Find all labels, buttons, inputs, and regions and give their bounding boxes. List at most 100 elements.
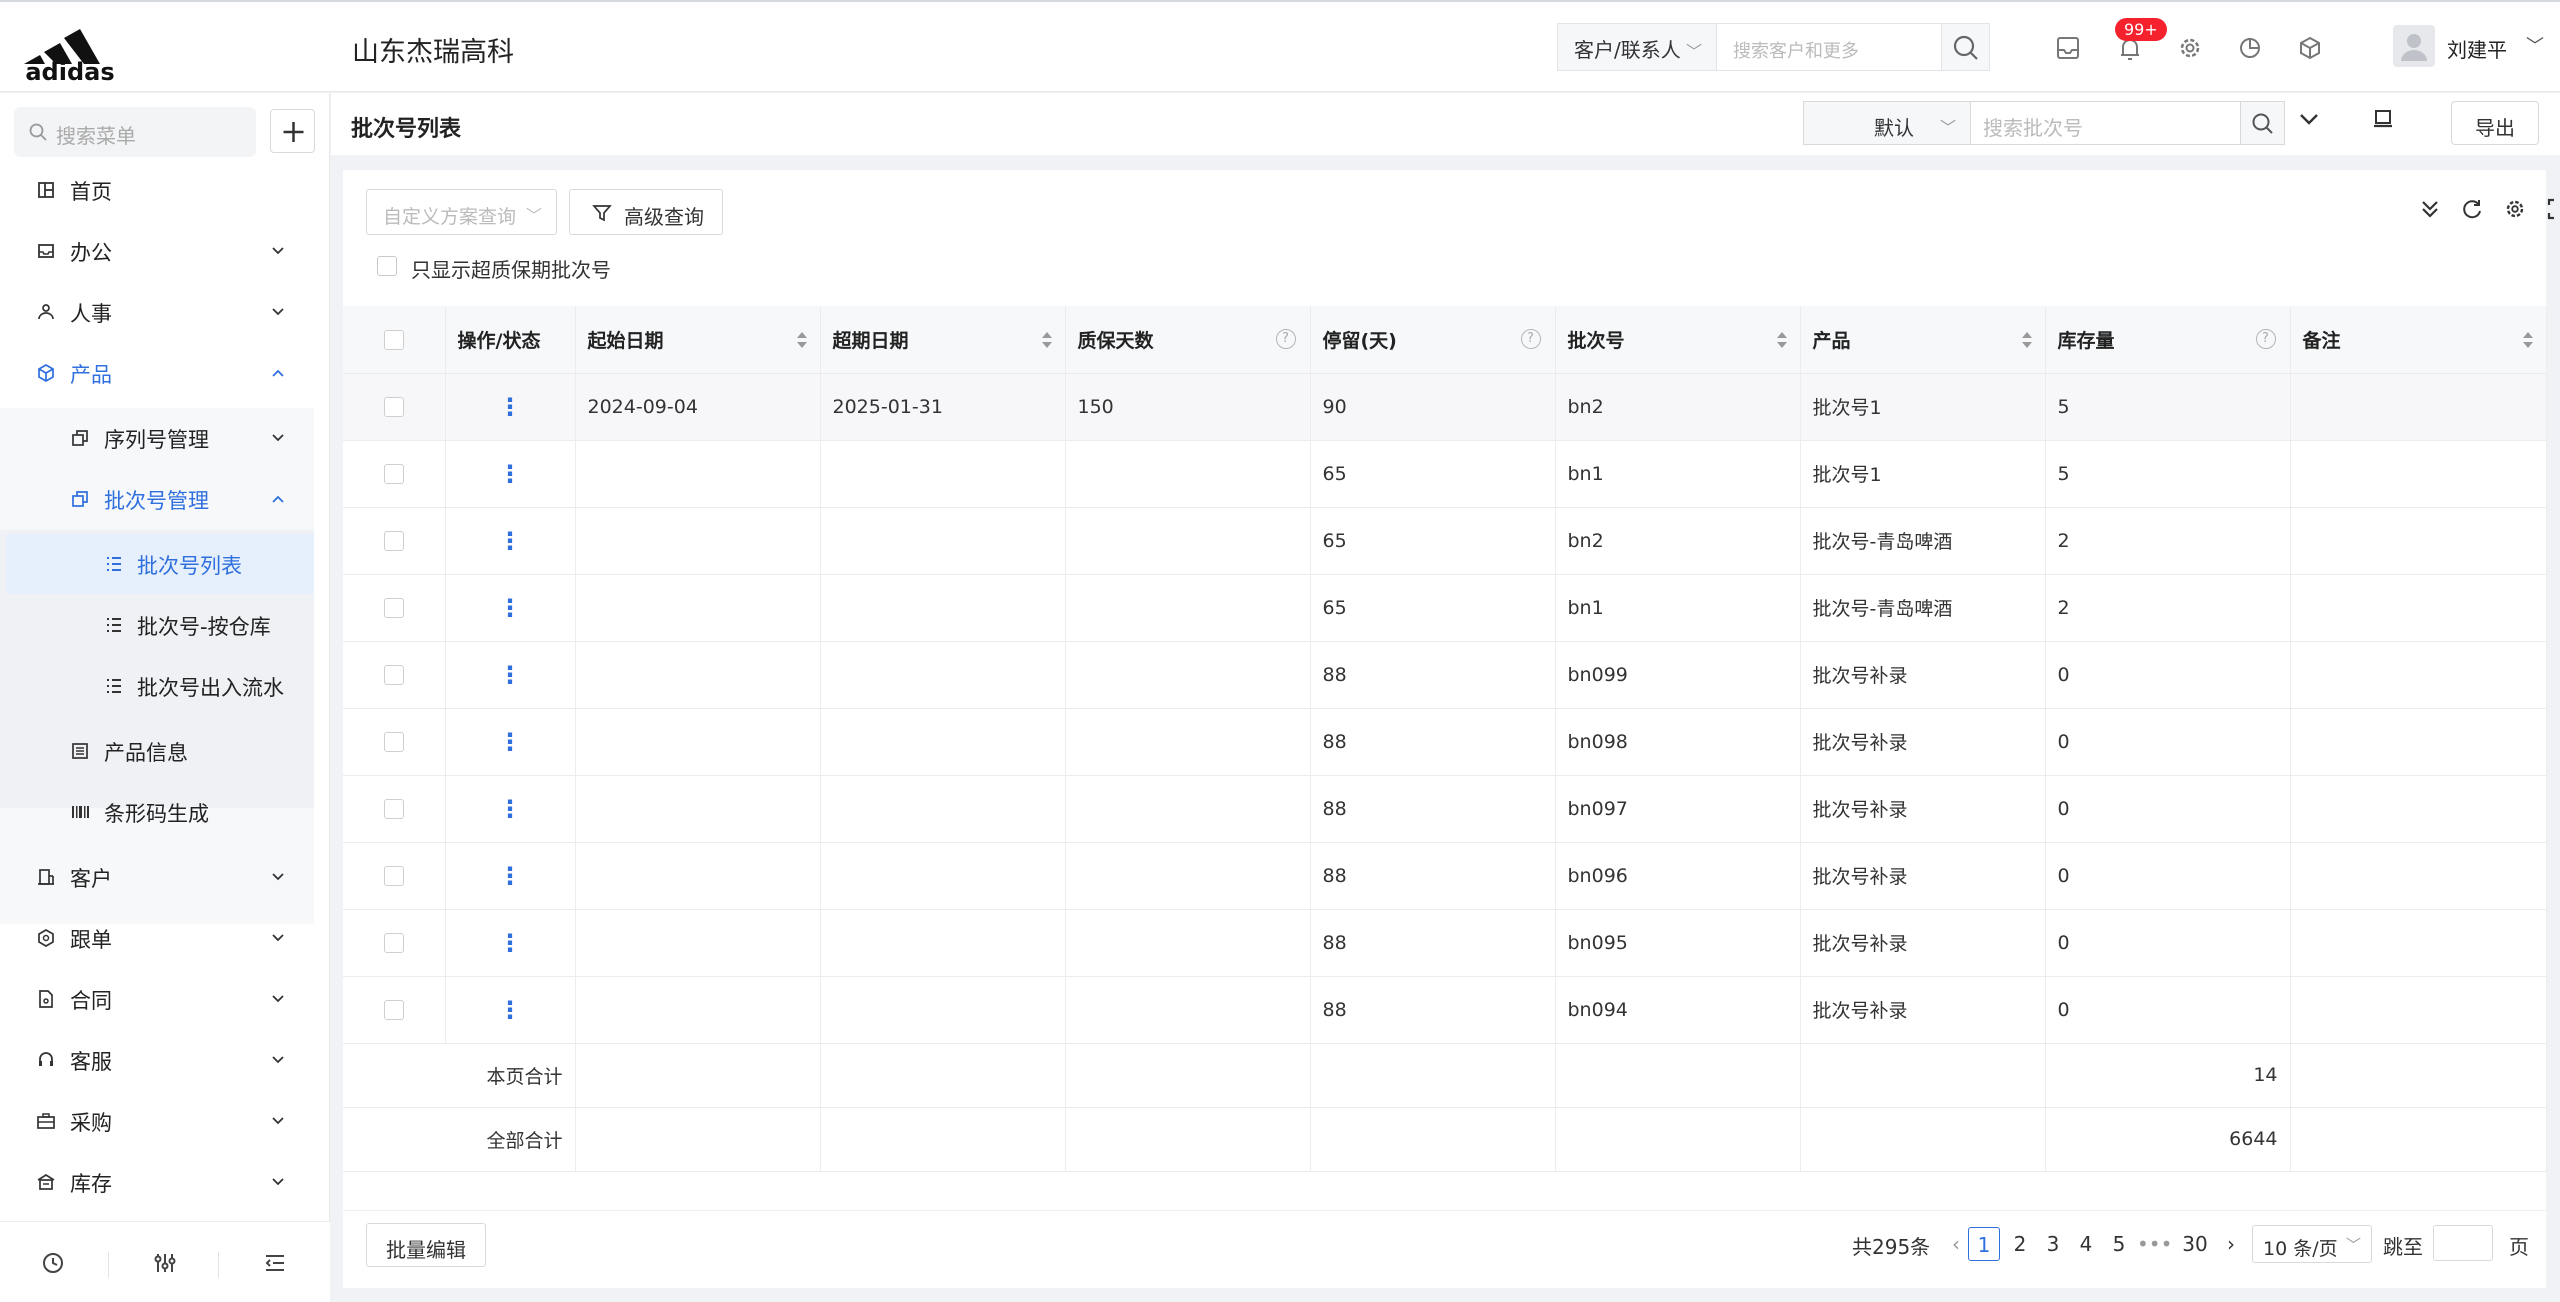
column-header-note[interactable]: 备注 <box>2290 306 2547 374</box>
batch-number-link[interactable]: bn1 <box>1555 574 1801 642</box>
chevron-down-icon[interactable]: ﹀ <box>2526 32 2544 58</box>
table-row[interactable]: ⋮ 65 bn1 批次号1 5 <box>343 440 2547 508</box>
add-button[interactable] <box>270 109 315 153</box>
batch-number-link[interactable]: bn095 <box>1555 909 1801 977</box>
table-row[interactable]: ⋮ 88 bn096 批次号补录 0 <box>343 842 2547 910</box>
inbox-icon[interactable] <box>2050 30 2086 66</box>
more-vertical-icon[interactable]: ⋮ <box>498 795 522 823</box>
export-button[interactable]: 导出 <box>2451 101 2539 145</box>
avatar[interactable] <box>2393 25 2435 67</box>
bulk-edit-button[interactable]: 批量编辑 <box>366 1223 486 1267</box>
sidebar-item-barcode[interactable]: 条形码生成 <box>0 782 314 842</box>
row-checkbox[interactable] <box>383 933 404 953</box>
laptop-icon[interactable] <box>2371 107 2395 131</box>
gear-icon[interactable] <box>2172 30 2208 66</box>
page-number-5[interactable]: 5 <box>2103 1227 2135 1261</box>
cube-icon[interactable] <box>2292 30 2328 66</box>
sidebar-item-inventory[interactable]: 库存 <box>0 1152 314 1212</box>
row-checkbox[interactable] <box>383 531 404 551</box>
history-icon[interactable] <box>40 1250 66 1276</box>
column-header-end-date[interactable]: 超期日期 <box>820 306 1066 374</box>
sidebar-item-batch-by-warehouse[interactable]: 批次号-按仓库 <box>0 595 314 655</box>
more-vertical-icon[interactable]: ⋮ <box>498 929 522 957</box>
table-row[interactable]: ⋮ 88 bn097 批次号补录 0 <box>343 775 2547 843</box>
help-icon[interactable]: ? <box>2255 329 2276 349</box>
help-icon[interactable]: ? <box>1520 329 1541 349</box>
batch-number-link[interactable]: bn097 <box>1555 775 1801 843</box>
table-row[interactable]: ⋮ 65 bn2 批次号-青岛啤酒 2 <box>343 507 2547 575</box>
sidebar-item-contract[interactable]: 合同 <box>0 969 314 1029</box>
column-header-batch-number[interactable]: 批次号 <box>1555 306 1801 374</box>
page-number-1[interactable]: 1 <box>1968 1227 2000 1261</box>
sidebar-item-service[interactable]: 客服 <box>0 1030 314 1090</box>
pagination-ellipsis[interactable]: ••• <box>2137 1227 2172 1261</box>
only-expired-checkbox[interactable] <box>377 256 397 276</box>
refresh-icon[interactable] <box>2459 196 2485 222</box>
jump-page-input[interactable] <box>2433 1225 2493 1261</box>
username[interactable]: 刘建平 <box>2447 34 2507 63</box>
table-row[interactable]: ⋮ 88 bn099 批次号补录 0 <box>343 641 2547 709</box>
batch-number-link[interactable]: bn2 <box>1555 373 1801 441</box>
global-search-button[interactable] <box>1942 23 1990 71</box>
batch-search-input[interactable]: 搜索批次号 <box>1971 101 2241 145</box>
column-header-product[interactable]: 产品 <box>1800 306 2046 374</box>
scheme-select[interactable]: 默认 ﹀ <box>1803 101 1971 145</box>
sidebar-item-home[interactable]: 首页 <box>0 160 314 220</box>
sidebar-item-product[interactable]: 产品 <box>0 343 314 403</box>
batch-number-link[interactable]: bn2 <box>1555 507 1801 575</box>
product-link[interactable]: 批次号-青岛啤酒 <box>1800 507 2046 575</box>
page-number-2[interactable]: 2 <box>2004 1227 2036 1261</box>
more-vertical-icon[interactable]: ⋮ <box>498 996 522 1024</box>
product-link[interactable]: 批次号-青岛啤酒 <box>1800 574 2046 642</box>
row-checkbox[interactable] <box>383 397 404 417</box>
row-checkbox[interactable] <box>383 732 404 752</box>
sidebar-item-batch-list[interactable]: 批次号列表 <box>6 534 314 594</box>
product-link[interactable]: 批次号1 <box>1800 373 2046 441</box>
product-link[interactable]: 批次号补录 <box>1800 775 2046 843</box>
sidebar-item-tracking[interactable]: 跟单 <box>0 908 314 968</box>
fullscreen-icon[interactable] <box>2545 196 2560 222</box>
page-size-select[interactable]: 10 条/页 ﹀ <box>2252 1225 2372 1263</box>
sidebar-item-office[interactable]: 办公 <box>0 221 314 281</box>
sidebar-item-hr[interactable]: 人事 <box>0 282 314 342</box>
row-checkbox[interactable] <box>383 799 404 819</box>
sort-icon[interactable] <box>1776 329 1788 351</box>
batch-number-link[interactable]: bn098 <box>1555 708 1801 776</box>
table-row[interactable]: ⋮ 88 bn098 批次号补录 0 <box>343 708 2547 776</box>
sort-icon[interactable] <box>2021 329 2033 351</box>
column-header-start-date[interactable]: 起始日期 <box>575 306 821 374</box>
batch-number-link[interactable]: bn094 <box>1555 976 1801 1044</box>
sidebar-item-serial-management[interactable]: 序列号管理 <box>0 408 314 468</box>
double-chevron-down-icon[interactable] <box>2417 196 2443 222</box>
table-row[interactable]: ⋮ 2024-09-04 2025-01-31 150 90 bn2 批次号1 5 <box>343 373 2547 441</box>
menu-search-input[interactable]: 搜索菜单 <box>14 107 256 157</box>
page-number-last[interactable]: 30 <box>2179 1227 2211 1261</box>
batch-search-button[interactable] <box>2241 101 2285 145</box>
gear-icon[interactable] <box>2502 196 2528 222</box>
select-all-checkbox[interactable] <box>383 329 404 350</box>
sliders-icon[interactable] <box>152 1250 178 1276</box>
sidebar-item-batch-management[interactable]: 批次号管理 <box>0 469 314 529</box>
more-vertical-icon[interactable]: ⋮ <box>498 661 522 689</box>
batch-number-link[interactable]: bn1 <box>1555 440 1801 508</box>
sort-icon[interactable] <box>2522 329 2534 351</box>
sort-icon[interactable] <box>1041 329 1053 351</box>
sidebar-item-customer[interactable]: 客户 <box>0 847 314 907</box>
batch-number-link[interactable]: bn096 <box>1555 842 1801 910</box>
row-checkbox[interactable] <box>383 665 404 685</box>
custom-query-select[interactable]: 自定义方案查询 ﹀ <box>366 189 557 235</box>
page-number-4[interactable]: 4 <box>2070 1227 2102 1261</box>
product-link[interactable]: 批次号补录 <box>1800 976 2046 1044</box>
batch-number-link[interactable]: bn099 <box>1555 641 1801 709</box>
help-icon[interactable]: ? <box>1275 329 1296 349</box>
advanced-query-button[interactable]: 高级查询 <box>569 189 723 235</box>
chevron-right-icon[interactable]: › <box>2215 1227 2247 1261</box>
more-vertical-icon[interactable]: ⋮ <box>498 527 522 555</box>
sidebar-item-batch-flow[interactable]: 批次号出入流水 <box>0 656 314 716</box>
row-checkbox[interactable] <box>383 866 404 886</box>
product-link[interactable]: 批次号补录 <box>1800 909 2046 977</box>
table-row[interactable]: ⋮ 65 bn1 批次号-青岛啤酒 2 <box>343 574 2547 642</box>
table-row[interactable]: ⋮ 88 bn094 批次号补录 0 <box>343 976 2547 1044</box>
adidas-logo[interactable]: adidas <box>20 14 120 86</box>
product-link[interactable]: 批次号补录 <box>1800 842 2046 910</box>
